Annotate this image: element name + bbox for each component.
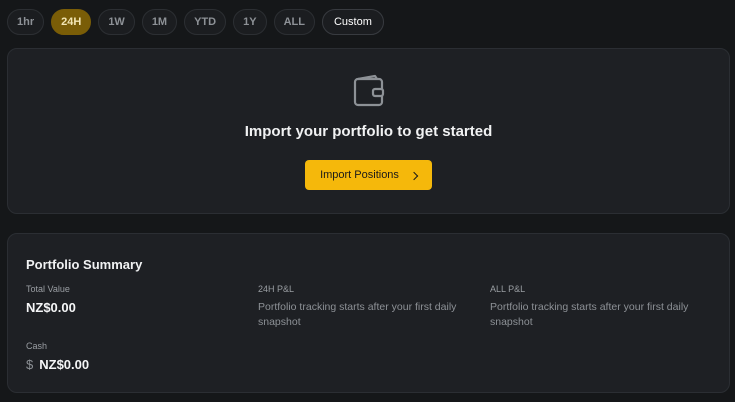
range-24h[interactable]: 24H [51,9,92,35]
portfolio-summary-card: Portfolio Summary Total Value NZ$0.00 24… [7,233,730,393]
import-portfolio-card: Import your portfolio to get started Imp… [7,48,730,214]
total-value-label: Total Value [26,284,70,294]
cash-label: Cash [26,341,48,351]
range-ytd[interactable]: YTD [184,9,227,35]
range-custom[interactable]: Custom [321,9,384,35]
pnl-24h-description: Portfolio tracking starts after your fir… [258,301,457,328]
import-positions-label: Import Positions [320,169,399,181]
import-positions-button[interactable]: Import Positions [305,160,432,190]
wallet-icon [353,74,385,107]
range-1hr[interactable]: 1hr [7,9,45,35]
cash-stat: Cash $ NZ$0.00 [26,341,89,372]
range-1w[interactable]: 1W [98,9,135,35]
time-range-selector: 1hr 24H 1W 1M YTD 1Y ALL Custom [7,9,384,35]
range-1m[interactable]: 1M [141,9,178,35]
total-value-amount: NZ$0.00 [26,300,76,315]
import-title: Import your portfolio to get started [244,123,493,140]
range-all[interactable]: ALL [273,9,315,35]
summary-title: Portfolio Summary [26,257,143,272]
cash-amount: NZ$0.00 [39,357,90,372]
range-1y[interactable]: 1Y [233,9,267,35]
pnl-24h-stat: 24H P&L Portfolio tracking starts after … [258,284,478,330]
pnl-all-stat: ALL P&L Portfolio tracking starts after … [490,284,710,330]
total-value-stat: Total Value NZ$0.00 [26,284,76,315]
pnl-all-label: ALL P&L [490,284,526,294]
chevron-right-icon [409,171,419,180]
dollar-icon: $ [26,357,34,372]
pnl-all-description: Portfolio tracking starts after your fir… [490,301,689,328]
pnl-24h-label: 24H P&L [258,284,295,294]
